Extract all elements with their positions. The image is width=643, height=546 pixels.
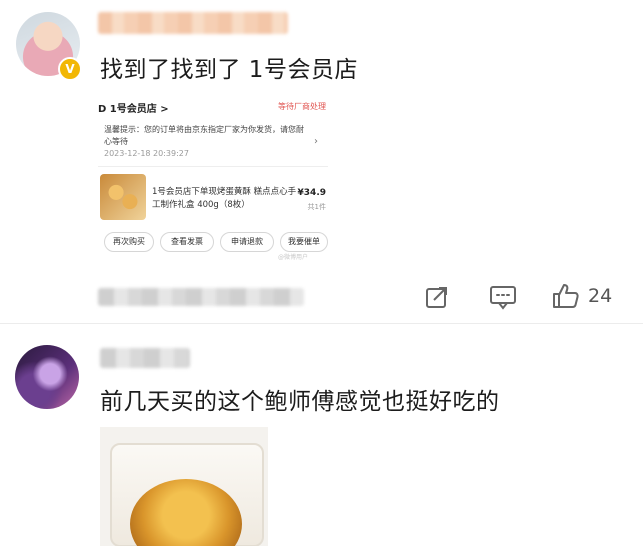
product-thumbnail: [100, 174, 146, 220]
product-name: 1号会员店下单现烤蛋黄酥 糕点点心手工制作礼盒 400g（8枚）: [152, 187, 297, 210]
order-status: 等待厂商处理: [278, 102, 326, 111]
product-price: ¥34.9: [297, 188, 326, 198]
avatar[interactable]: [15, 345, 79, 409]
comment-icon: [490, 286, 516, 310]
comment-text: 找到了找到了 1号会员店: [100, 57, 358, 83]
comment-text: 前几天买的这个鲍师傅感觉也挺好吃的: [100, 389, 500, 415]
comment-photo[interactable]: [100, 427, 268, 546]
like-button[interactable]: 24: [552, 282, 612, 310]
comment-button[interactable]: [489, 284, 517, 310]
order-screenshot: D 1号会员店 > 等待厂商处理 温馨提示：您的订单将由京东指定厂家为你发货，请…: [98, 96, 328, 264]
like-count: 24: [588, 285, 613, 307]
notice-timestamp: 2023-12-18 20:39:27: [104, 149, 189, 158]
rebuy-button: 再次购买: [104, 232, 154, 252]
product-quantity: 共1件: [307, 203, 326, 211]
watermark: @微博用户: [278, 254, 309, 261]
verified-badge-icon: V: [58, 57, 82, 81]
comment-meta-redacted: [98, 288, 304, 306]
refund-button: 申请退款: [220, 232, 274, 252]
author-name-redacted[interactable]: [100, 348, 190, 368]
author-name-redacted[interactable]: [98, 12, 288, 34]
divider: [98, 166, 328, 167]
share-button[interactable]: [424, 284, 450, 310]
chevron-right-icon: ›: [314, 136, 318, 147]
store-name: D 1号会员店 >: [98, 104, 169, 115]
view-invoice-button: 查看发票: [160, 232, 214, 252]
divider: [0, 323, 643, 324]
order-notice: 温馨提示：您的订单将由京东指定厂家为你发货，请您耐心等待: [104, 125, 304, 146]
urge-order-button: 我要催单: [280, 232, 328, 252]
thumbs-up-icon: [553, 284, 579, 308]
share-icon: [426, 287, 447, 308]
